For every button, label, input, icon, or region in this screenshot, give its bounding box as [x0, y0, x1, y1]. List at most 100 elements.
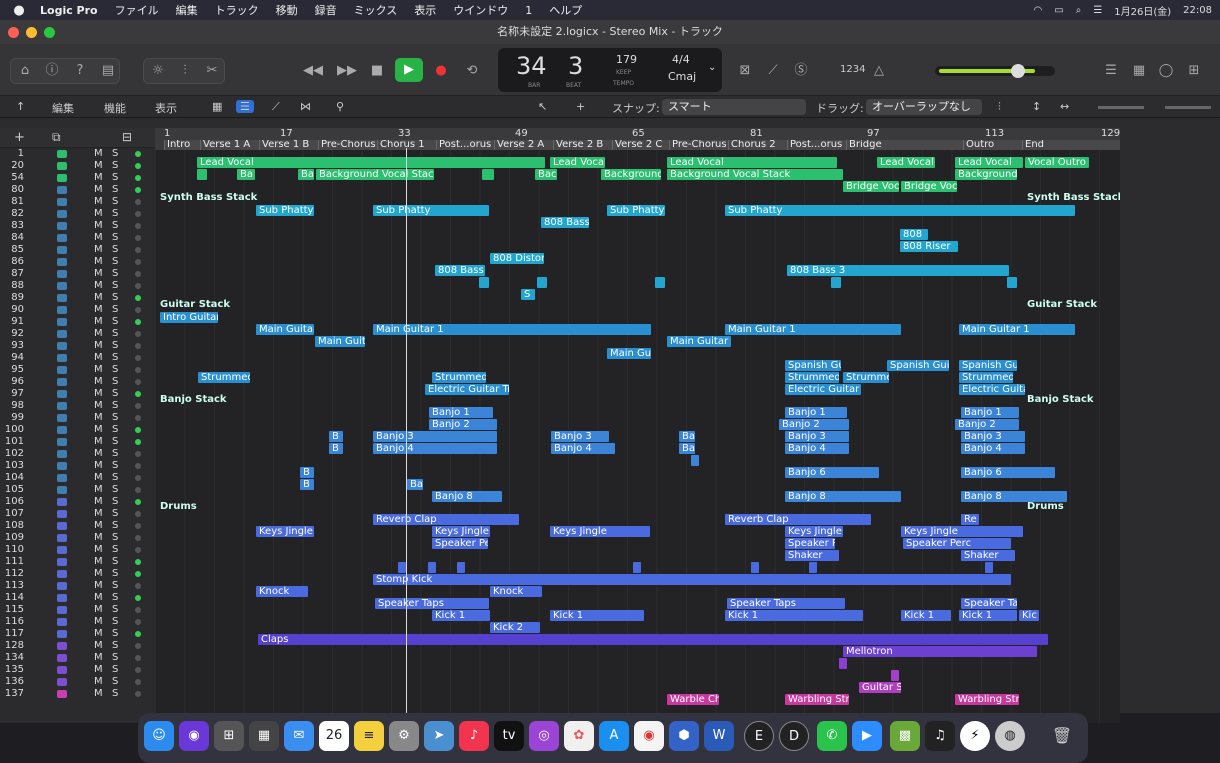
region[interactable]: Kick 1: [550, 610, 644, 621]
menu-window[interactable]: ウインドウ: [453, 2, 508, 18]
track-row[interactable]: 117 M S: [0, 628, 155, 640]
lcd-display[interactable]: 34 BAR 3 BEAT 179 KEEP TEMPO 4/4 Cmaj ⌄: [498, 48, 722, 92]
mute-button[interactable]: M: [94, 688, 103, 700]
region[interactable]: Speaker Taps: [727, 598, 845, 609]
solo-button[interactable]: S: [112, 640, 118, 652]
region[interactable]: Kick 1: [959, 610, 1017, 621]
solo-button[interactable]: S: [112, 604, 118, 616]
track-row[interactable]: 104 M S: [0, 472, 155, 484]
solo-button[interactable]: S: [112, 400, 118, 412]
mute-button[interactable]: M: [94, 484, 103, 496]
mute-button[interactable]: M: [94, 376, 103, 388]
solo-button[interactable]: S: [112, 628, 118, 640]
region[interactable]: B: [300, 479, 314, 490]
region[interactable]: Main Guitar 1: [725, 324, 901, 335]
track-row[interactable]: 82 M S: [0, 208, 155, 220]
loop-browser-icon[interactable]: ◯: [1155, 60, 1177, 82]
solo-button[interactable]: S: [112, 172, 118, 184]
finder-icon[interactable]: ☺: [144, 721, 174, 751]
mute-button[interactable]: M: [94, 640, 103, 652]
region[interactable]: Sub Phatty: [373, 205, 489, 216]
track-on-icon[interactable]: [135, 547, 141, 553]
podcasts-icon[interactable]: ◎: [529, 721, 559, 751]
solo-button[interactable]: S: [112, 508, 118, 520]
logic-remote-icon[interactable]: ⚡: [960, 721, 990, 751]
region[interactable]: Keys Jingle: [256, 526, 314, 537]
region[interactable]: Reverb Clap: [373, 514, 519, 525]
track-row[interactable]: 94 M S: [0, 352, 155, 364]
track-row[interactable]: 136 M S: [0, 676, 155, 688]
region[interactable]: Shaker: [961, 550, 1015, 561]
calendar-icon[interactable]: 26: [319, 721, 349, 751]
mute-button[interactable]: M: [94, 628, 103, 640]
region[interactable]: Spanish Gui: [785, 360, 841, 371]
mute-button[interactable]: M: [94, 616, 103, 628]
mute-button[interactable]: M: [94, 664, 103, 676]
region[interactable]: Spanish Guit: [887, 360, 949, 371]
app-e-icon[interactable]: E: [744, 721, 774, 751]
smart-controls-icon[interactable]: ☼: [147, 60, 169, 82]
region[interactable]: B: [329, 443, 343, 454]
track-row[interactable]: 90 M S: [0, 304, 155, 316]
chrome-icon[interactable]: ◉: [634, 721, 664, 751]
track-row[interactable]: 85 M S: [0, 244, 155, 256]
track-row[interactable]: 112 M S: [0, 568, 155, 580]
menu-navigate[interactable]: 移動: [276, 2, 298, 18]
solo-button[interactable]: S: [112, 676, 118, 688]
mute-button[interactable]: M: [94, 244, 103, 256]
solo-button[interactable]: S: [112, 472, 118, 484]
region[interactable]: Speaker Ta: [961, 598, 1017, 609]
track-on-icon[interactable]: [135, 487, 141, 493]
region[interactable]: Electric Guitar T: [785, 384, 861, 395]
track-row[interactable]: 102 M S: [0, 448, 155, 460]
region[interactable]: Banjo 2: [779, 419, 849, 430]
track-row[interactable]: 88 M S: [0, 280, 155, 292]
track-row[interactable]: 84 M S: [0, 232, 155, 244]
track-row[interactable]: 89 M S: [0, 292, 155, 304]
apple-icon[interactable]: ●: [10, 3, 28, 18]
view-menu[interactable]: 表示: [155, 100, 177, 116]
region[interactable]: Sub Phatty: [256, 205, 314, 216]
region[interactable]: Banjo 3: [551, 431, 609, 442]
track-on-icon[interactable]: [135, 559, 141, 565]
track-on-icon[interactable]: [135, 319, 141, 325]
region[interactable]: 808: [900, 229, 928, 240]
play-button[interactable]: ▶: [395, 58, 423, 82]
piano-icon[interactable]: ♫: [925, 721, 955, 751]
region[interactable]: Electric Guitar Tre: [425, 384, 509, 395]
region[interactable]: Speaker Perc: [903, 538, 1011, 549]
solo-button[interactable]: S: [112, 160, 118, 172]
solo-button[interactable]: S: [112, 340, 118, 352]
mission-control-icon[interactable]: ▦: [249, 721, 279, 751]
solo-button[interactable]: S: [112, 532, 118, 544]
track-on-icon[interactable]: [135, 679, 141, 685]
track-row[interactable]: 128 M S: [0, 640, 155, 652]
tracks-area[interactable]: Synth Bass Stack Synth Bass Stack Guitar…: [155, 150, 1120, 723]
region[interactable]: Ba: [679, 431, 695, 442]
bar-ruler[interactable]: 1 17 33 49 65 81 97 113 129: [155, 128, 1120, 140]
stop-icon[interactable]: ■: [366, 60, 388, 82]
solo-button[interactable]: S: [112, 364, 118, 376]
track-on-icon[interactable]: [135, 295, 141, 301]
region[interactable]: Banjo 1: [785, 407, 847, 418]
track-on-icon[interactable]: [135, 619, 141, 625]
mute-button[interactable]: M: [94, 580, 103, 592]
mute-button[interactable]: M: [94, 448, 103, 460]
marker[interactable]: End: [1022, 140, 1120, 150]
track-on-icon[interactable]: [135, 391, 141, 397]
region[interactable]: Banjo 2: [955, 419, 1019, 430]
mute-button[interactable]: M: [94, 292, 103, 304]
solo-button[interactable]: S: [112, 220, 118, 232]
region[interactable]: Guitar S: [859, 682, 901, 693]
region[interactable]: [809, 562, 817, 573]
launchpad-icon[interactable]: ⊞: [214, 721, 244, 751]
menu-edit[interactable]: 編集: [176, 2, 198, 18]
flex-icon[interactable]: ⋈: [300, 100, 311, 113]
mute-button[interactable]: M: [94, 340, 103, 352]
track-row[interactable]: 105 M S: [0, 484, 155, 496]
region[interactable]: Stomp Kick: [373, 574, 1011, 585]
region[interactable]: [428, 562, 436, 573]
region[interactable]: Kic: [1019, 610, 1039, 621]
line-icon[interactable]: ✆: [817, 721, 847, 751]
menu-record[interactable]: 録音: [315, 2, 337, 18]
